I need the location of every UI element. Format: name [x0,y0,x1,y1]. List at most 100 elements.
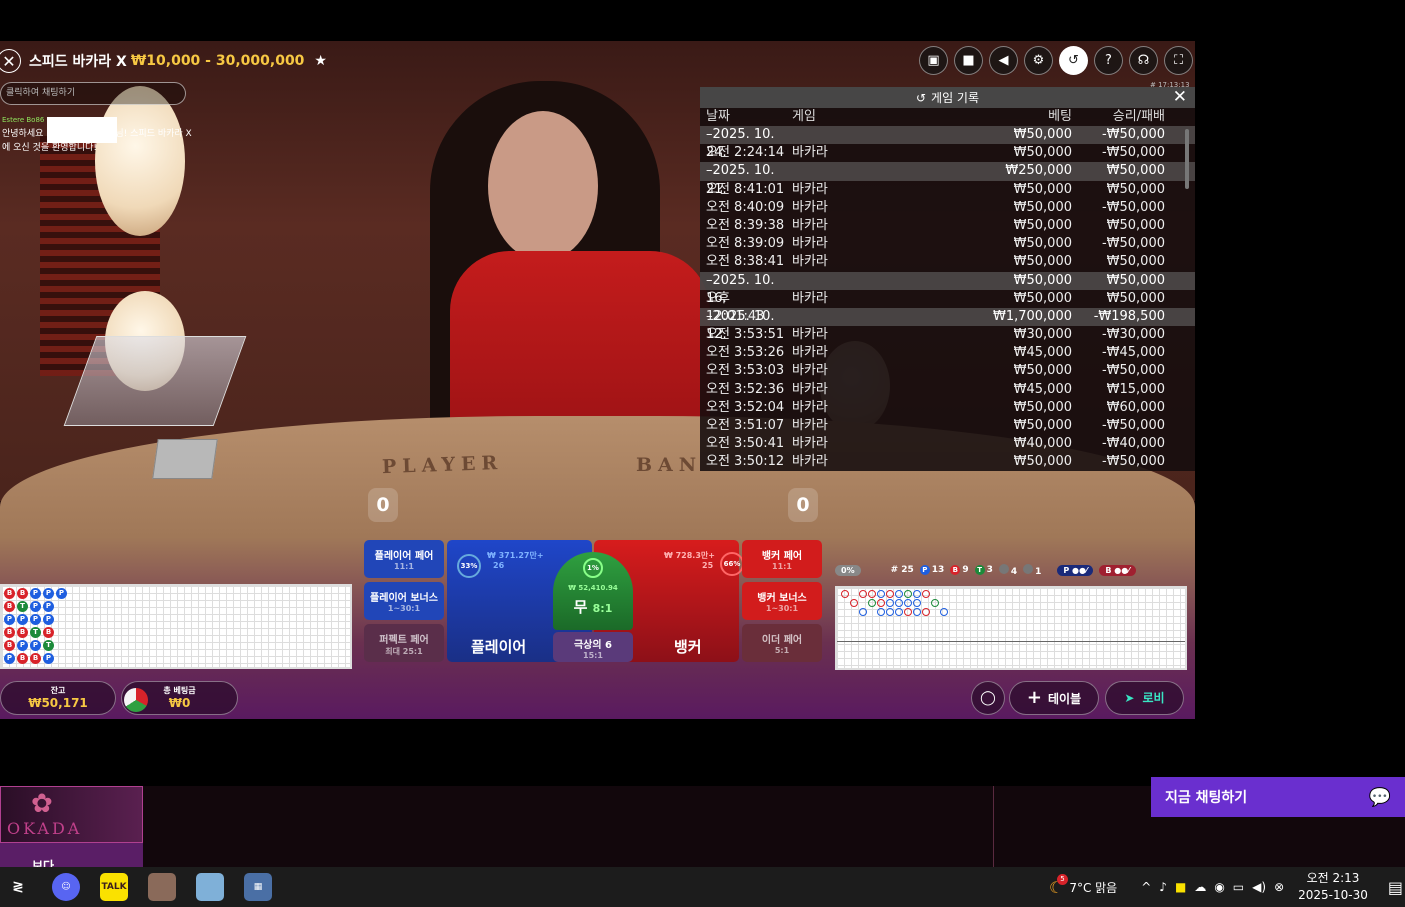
cloud-icon[interactable]: ☁ [1194,880,1206,894]
either-pair-bet[interactable]: 이더 페어 5:1 [742,624,822,662]
title-bar: ✕ 스피드 바카라 X ₩10,000 - 30,000,000 ★ [0,41,700,81]
ask-player-button[interactable]: P ●●⁄ [1057,564,1094,576]
close-circle-icon[interactable]: ⊗ [1274,880,1284,894]
kakao-tray-icon[interactable]: ■ [1175,880,1186,894]
tie-odds: 8:1 [592,602,613,615]
fullscreen-icon[interactable]: ⛶ [1164,46,1193,75]
banker-pair-bet[interactable]: 뱅커 페어 11:1 [742,540,822,578]
col-bet: 베팅 [1048,109,1072,124]
tie-amount: ₩ 52,410.94 [568,584,618,592]
history-cell: 바카라 [792,327,828,343]
taskbar: ≷ ☺ TALK ▦ ☾ 5 7°C 맑음 ^ ♪ ■ ☁ ◉ ▭ ◀) ⊗ 오전… [0,867,1405,907]
weather-text: 7°C 맑음 [1069,880,1118,895]
history-cell: ₩50,000 [1013,399,1072,415]
okada-banner[interactable]: ✿ OKADA [0,786,143,843]
kakaotalk-icon[interactable]: TALK [100,873,128,901]
speaker-icon[interactable]: ◀) [1252,880,1266,894]
chat-message: Estere Bo86 안녕하세요 님! 스피드 바카라 X 에 오신 것을 환영… [2,113,202,155]
stats-toggle[interactable]: 0% [835,564,861,576]
balance-value: ₩50,171 [28,696,88,710]
history-cell: 바카라 [792,418,828,433]
lobby-button[interactable]: ➤ 로비 [1105,681,1184,715]
flower-icon: ✿ [31,789,53,819]
bead-road-dot: P [30,640,41,651]
bead-road-dot: P [17,640,28,651]
history-cell: ₩40,000 [1013,436,1072,452]
history-cell: 바카라 [792,236,828,252]
history-date-row: –2025. 10. 16. ₩50,000 ₩50,000 [700,271,1195,306]
history-cell: 오전 3:53:51 [706,327,785,343]
history-cell: ₩50,000 [1013,454,1072,470]
tray-date[interactable]: 2025-10-30 [1298,887,1368,904]
bead-road-dot: B [43,627,54,638]
tray-time[interactable]: 오전 2:13 [1307,870,1360,887]
player-pair-bet[interactable]: 플레이어 페어 11:1 [364,540,444,578]
chevron-up-icon[interactable]: ^ [1141,880,1151,894]
player-percent: 33% [457,554,481,578]
tie-label: 무 [573,598,588,616]
bead-road-dot: P [30,601,41,612]
avatar-icon[interactable] [148,873,176,901]
volume-icon[interactable]: ◀ [989,46,1018,75]
big-road-mark [841,590,849,598]
bead-road-dot: P [17,614,28,625]
settings-icon[interactable]: ⚙ [1024,46,1053,75]
chip-toggle-button[interactable]: ◯ [971,681,1005,715]
big-road-mark [895,590,903,598]
chat-text-3: 에 오신 것을 환영합니다! [2,143,97,153]
site-nav-strip[interactable]: 보다 [0,843,143,867]
history-cell: ₩50,000 [1013,254,1072,270]
chat-icon[interactable]: ▣ [919,46,948,75]
chat-bubble-icon: 💬 [1368,786,1391,808]
steam-icon[interactable]: ◉ [1214,880,1224,894]
player-bonus-bet[interactable]: 플레이어 보너스 1~30:1 [364,582,444,620]
history-row: 오전 3:50:41 바카라 ₩40,000 -₩40,000 [700,435,1195,453]
big-road-mark [877,608,885,616]
close-game-button[interactable]: ✕ [0,49,21,73]
support-icon[interactable]: ☊ [1129,46,1158,75]
balance-display: 잔고 ₩50,171 [0,681,116,715]
widgets-icon[interactable]: ≷ [4,873,32,901]
history-cell: -₩50,000 [1101,199,1165,215]
big-road-mark [940,608,948,616]
network-icon[interactable]: ▭ [1233,880,1244,894]
notification-icon[interactable]: ▤ [1388,878,1403,897]
tie-bet[interactable]: 1% ₩ 52,410.94 무 8:1 [553,552,633,630]
history-cell: 바카라 [792,181,828,197]
favorite-star-icon[interactable]: ★ [314,53,327,69]
chat-now-button[interactable]: 지금 채팅하기 💬 [1151,777,1405,817]
chat-input[interactable]: 클릭하여 채팅하기 [0,82,186,105]
history-scrollbar[interactable] [1185,129,1189,189]
notes-icon[interactable] [196,873,224,901]
perfect-pair-bet[interactable]: 퍼펙트 페어 최대 25:1 [364,624,444,662]
history-cell: -₩30,000 [1101,327,1165,343]
bead-road-dot: P [4,653,15,664]
history-cell: 오전 3:52:36 [706,381,785,397]
ask-banker-button[interactable]: B ●●⁄ [1099,564,1136,576]
calculator-icon[interactable]: ▦ [244,873,272,901]
mic-icon[interactable]: ♪ [1159,880,1167,894]
bead-road-dot: B [17,627,28,638]
history-cell: ₩50,000 [1106,254,1165,270]
bead-road-dot: B [17,653,28,664]
history-row: 오전 3:52:36 바카라 ₩45,000 ₩15,000 [700,381,1195,399]
history-cell: 바카라 [792,199,828,215]
help-icon[interactable]: ? [1094,46,1123,75]
big-road-mark [922,590,930,598]
video-icon[interactable]: ■ [954,46,983,75]
history-cell: ₩60,000 [1106,399,1165,415]
banker-bonus-bet[interactable]: 뱅커 보너스 1~30:1 [742,582,822,620]
history-cell: 오전 8:41:01 [706,181,785,197]
history-icon[interactable]: ↺ [1059,46,1088,75]
weather-icon[interactable]: ☾ 5 [1049,873,1068,897]
col-game: 게임 [792,109,816,124]
history-rows: –2025. 10. 24. ₩50,000 -₩50,000 오전 2:24:14 바… [700,126,1195,471]
big-road-mark [886,590,894,598]
history-cell: 오전 3:50:12 [706,454,785,470]
discord-icon[interactable]: ☺ [52,873,80,901]
super-six-bet[interactable]: 극상의 6 15:1 [553,632,633,662]
add-table-button[interactable]: + 테이블 [1009,681,1099,715]
big-road-mark [913,599,921,607]
big-road-mark [850,599,858,607]
history-close-icon[interactable]: ✕ [1173,87,1187,108]
